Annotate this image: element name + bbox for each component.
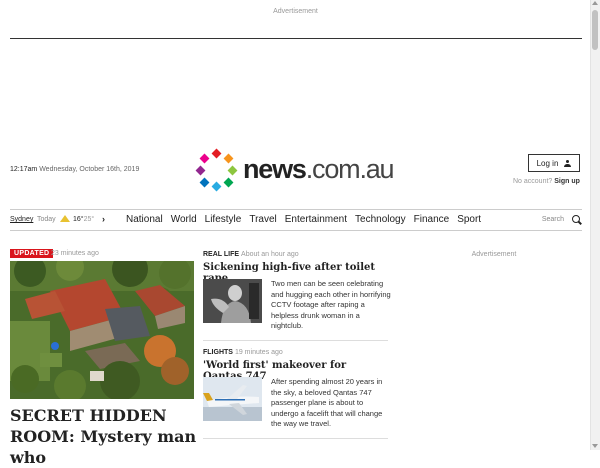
nav-item-lifestyle[interactable]: Lifestyle [205, 214, 242, 225]
story-timestamp: About an hour ago [241, 251, 299, 258]
story-divider [203, 438, 388, 439]
story-card[interactable]: REAL LIFE About an hour ago Sickening hig… [203, 251, 391, 330]
nav-item-sport[interactable]: Sport [457, 214, 481, 225]
nav-item-technology[interactable]: Technology [355, 214, 406, 225]
signup-link[interactable]: Sign up [554, 178, 580, 185]
story-thumbnail[interactable] [203, 279, 262, 323]
scrollbar-thumb[interactable] [592, 10, 598, 50]
story-description: Two men can be seen celebrating and hugg… [271, 279, 391, 330]
temp-min: 16° [73, 216, 84, 223]
logo-tld: .com.au [305, 154, 395, 184]
nav-menu: National World Lifestyle Travel Entertai… [126, 214, 489, 225]
weather-location[interactable]: Sydney [10, 216, 33, 223]
login-button[interactable]: Log in [528, 154, 580, 172]
scroll-up-icon[interactable] [592, 1, 598, 5]
sidebar-ad-label: Advertisement [471, 251, 517, 258]
logo-wordmark: news.com.au [243, 154, 395, 185]
story-thumbnail[interactable] [203, 377, 262, 421]
nav-item-world[interactable]: World [171, 214, 197, 225]
lead-timestamp: 23 minutes ago [51, 250, 99, 257]
scroll-down-icon[interactable] [592, 444, 598, 448]
logo-word: news [243, 154, 307, 184]
weather-today-label: Today [37, 216, 56, 223]
story-kicker: FLIGHTS 19 minutes ago [203, 349, 388, 356]
page-scrollbar[interactable] [590, 0, 600, 450]
main-nav: Sydney Today 16°25° › National World Lif… [10, 209, 582, 231]
story-category[interactable]: FLIGHTS [203, 349, 233, 356]
no-account-label: No account? [513, 178, 553, 185]
search-label[interactable]: Search [542, 216, 564, 223]
updated-badge: UPDATED [10, 249, 54, 258]
story-description: After spending almost 20 years in the sk… [271, 377, 383, 428]
header-time: 12:17am [10, 166, 38, 173]
nav-item-entertainment[interactable]: Entertainment [285, 214, 347, 225]
search-icon[interactable] [572, 215, 580, 223]
weather-sun-icon [60, 215, 70, 222]
weather-temps: 16°25° [73, 216, 94, 223]
nav-item-finance[interactable]: Finance [414, 214, 450, 225]
top-ad-label: Advertisement [273, 8, 318, 15]
story-divider [203, 340, 388, 341]
user-icon [564, 160, 572, 167]
logo-dots-icon [195, 148, 238, 192]
nav-item-national[interactable]: National [126, 214, 163, 225]
header-date: Wednesday, October 16th, 2019 [39, 166, 140, 173]
nav-item-travel[interactable]: Travel [249, 214, 276, 225]
site-logo[interactable]: news.com.au [195, 148, 397, 192]
story-kicker: REAL LIFE About an hour ago [203, 251, 388, 258]
header-datetime: 12:17am Wednesday, October 16th, 2019 [10, 166, 139, 173]
story-category[interactable]: REAL LIFE [203, 251, 239, 258]
login-label: Log in [536, 159, 559, 168]
temp-max: 25° [83, 216, 95, 223]
chevron-right-icon[interactable]: › [102, 214, 105, 224]
ad-divider [10, 38, 582, 39]
no-account-text: No account? Sign up [513, 178, 580, 185]
lead-headline[interactable]: SECRET HIDDEN ROOM: Mystery man who [10, 405, 200, 468]
story-card[interactable]: FLIGHTS 19 minutes ago 'World first' make… [203, 349, 388, 428]
lead-image[interactable] [10, 261, 194, 399]
story-timestamp: 19 minutes ago [234, 349, 283, 356]
